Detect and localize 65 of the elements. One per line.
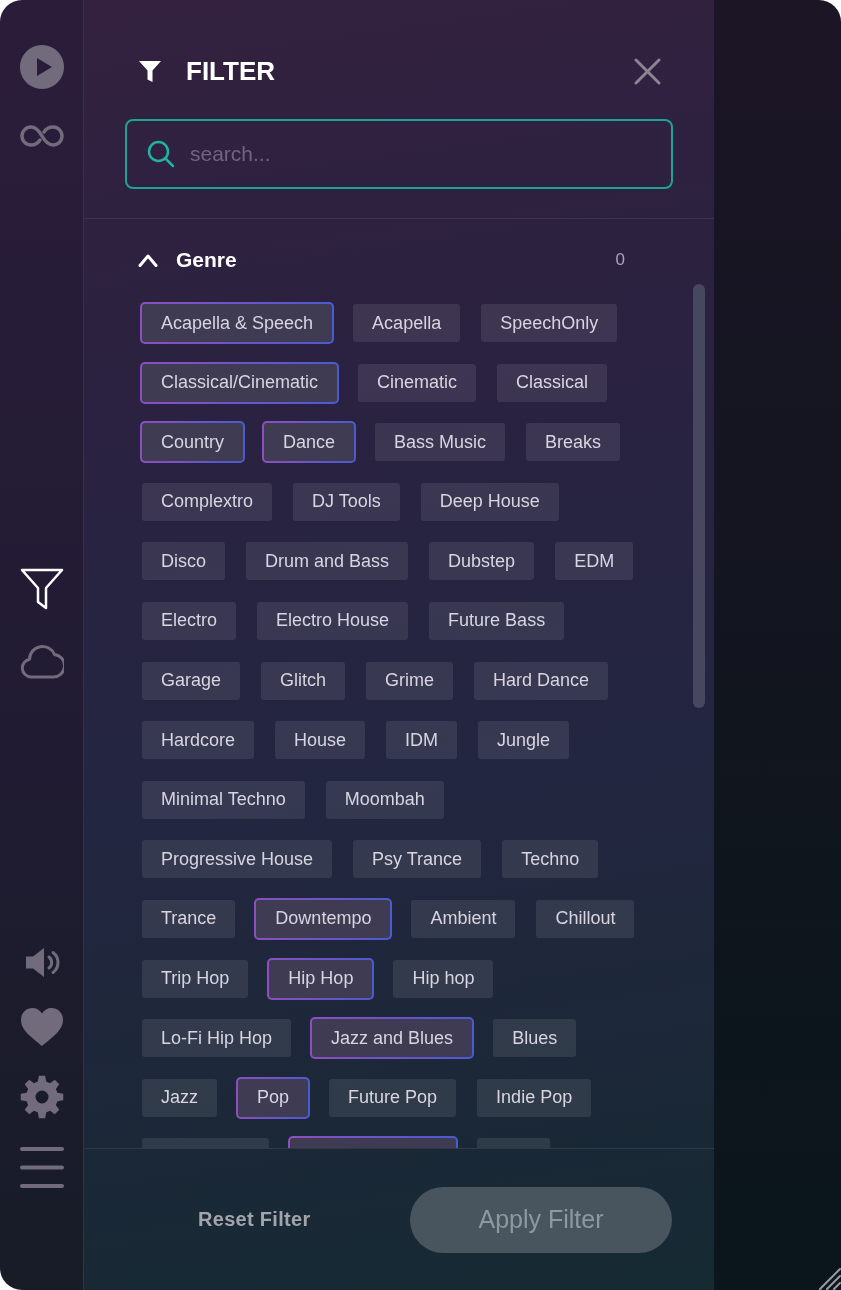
genre-tag[interactable]: Future Bass xyxy=(427,599,567,642)
genre-tag[interactable]: Breaks xyxy=(524,421,623,464)
genre-tag[interactable]: SpeechOnly xyxy=(479,302,620,344)
genre-tag[interactable]: Moombah xyxy=(323,778,446,821)
genre-tag[interactable]: Acapella & Speech xyxy=(140,302,335,344)
genre-tag[interactable]: Jazz xyxy=(140,1076,219,1119)
genre-tag[interactable]: EDM xyxy=(553,540,636,583)
menu-icon[interactable] xyxy=(19,1147,64,1188)
genre-tag[interactable]: Electro House xyxy=(255,599,411,642)
genre-tag[interactable]: IDM xyxy=(384,719,460,762)
genre-tag[interactable]: Psy Trance xyxy=(351,838,484,881)
genre-tag[interactable]: Grime xyxy=(364,659,456,702)
search-field[interactable]: search... xyxy=(125,119,673,189)
genre-tag[interactable]: Complextro xyxy=(140,480,275,523)
genre-tag[interactable]: Blues xyxy=(491,1017,579,1060)
genre-tag[interactable]: DJ Tools xyxy=(291,480,402,523)
genre-tag[interactable]: Indie Pop xyxy=(475,1076,594,1119)
genre-tag[interactable]: Downtempo xyxy=(254,897,393,940)
genre-tag[interactable]: Progressive House xyxy=(140,838,335,881)
genre-tag[interactable]: Minimal Techno xyxy=(140,778,307,821)
genre-tag[interactable]: Drum and Bass xyxy=(244,540,411,583)
genre-tag[interactable]: Techno xyxy=(500,838,601,881)
genre-tag[interactable]: Deep House xyxy=(418,480,561,523)
genre-tag[interactable]: Hip Hop xyxy=(267,957,375,1000)
genre-tag[interactable]: Future Pop xyxy=(327,1076,459,1119)
genre-tag[interactable]: Electro xyxy=(140,599,239,642)
genre-tag[interactable]: Glitch xyxy=(259,659,348,702)
genre-tag[interactable] xyxy=(288,1136,458,1148)
section-title: Genre xyxy=(176,250,237,270)
genre-tag[interactable]: Hard Dance xyxy=(472,659,611,702)
panel-title: FILTER xyxy=(186,56,276,86)
genre-tag[interactable]: Jazz and Blues xyxy=(310,1017,475,1060)
search-icon xyxy=(147,140,175,168)
chevron-up-icon[interactable] xyxy=(138,252,158,268)
genre-tag[interactable]: Cinematic xyxy=(356,361,479,404)
genre-tag[interactable]: Classical xyxy=(495,361,610,404)
scrollbar-thumb[interactable] xyxy=(693,284,705,708)
genre-tag[interactable]: Disco xyxy=(140,540,227,583)
genre-tag[interactable]: Jungle xyxy=(476,719,572,762)
genre-tag[interactable]: Lo-Fi Hip Hop xyxy=(140,1017,294,1060)
genre-tag[interactable]: Hip hop xyxy=(391,957,496,1000)
genre-tag[interactable]: Garage xyxy=(140,659,243,702)
genre-tag[interactable]: Bass Music xyxy=(373,421,508,464)
genre-tag[interactable]: Dubstep xyxy=(427,540,537,583)
genre-tag[interactable]: Hardcore xyxy=(140,719,257,762)
play-icon[interactable] xyxy=(19,45,64,89)
genre-tag[interactable]: Trance xyxy=(140,897,238,940)
genre-tag[interactable]: Acapella xyxy=(351,302,463,344)
settings-icon[interactable] xyxy=(19,1075,64,1119)
speaker-icon[interactable] xyxy=(23,946,60,979)
close-icon[interactable] xyxy=(634,57,661,85)
genre-tag[interactable]: Classical/Cinematic xyxy=(140,361,340,404)
filter-icon[interactable] xyxy=(19,568,64,610)
reset-filter-button[interactable]: Reset Filter xyxy=(198,1208,311,1231)
heart-icon[interactable] xyxy=(19,1007,64,1047)
filter-icon xyxy=(138,59,162,83)
genre-tag[interactable]: House xyxy=(273,719,368,762)
genre-tag[interactable]: Chillout xyxy=(534,897,637,940)
genre-tag[interactable]: Dance xyxy=(262,421,357,464)
selection-count: 0 xyxy=(615,250,625,270)
infinity-icon[interactable] xyxy=(19,124,64,148)
genre-tag[interactable]: Country xyxy=(140,421,246,464)
genre-tag[interactable]: Trip Hop xyxy=(140,957,251,1000)
genre-tag[interactable]: Pop xyxy=(236,1076,311,1119)
genre-tag[interactable]: Ambient xyxy=(409,897,518,940)
